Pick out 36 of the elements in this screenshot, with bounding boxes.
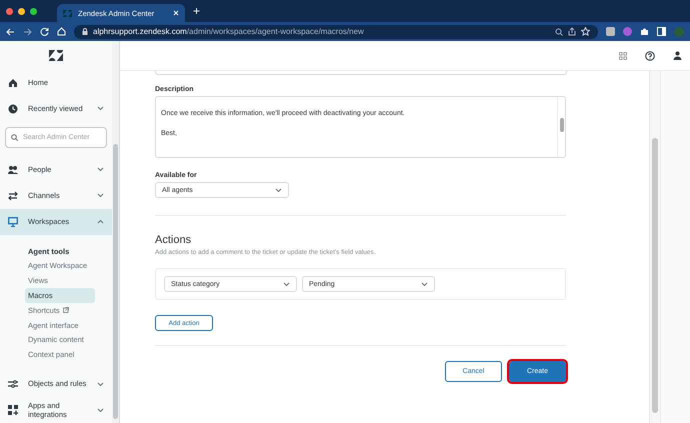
star-icon[interactable] <box>581 27 590 36</box>
sliders-icon <box>8 379 18 390</box>
reload-icon[interactable] <box>40 27 49 36</box>
search-icon <box>11 134 18 141</box>
zoom-icon[interactable] <box>555 28 563 36</box>
apps-grid-icon[interactable] <box>619 52 627 60</box>
arrows-icon <box>8 190 18 201</box>
grid-plus-icon <box>8 405 18 416</box>
scrollbar[interactable] <box>112 41 119 423</box>
zendesk-logo-icon <box>63 10 72 16</box>
help-icon[interactable] <box>645 50 655 60</box>
home-icon[interactable] <box>57 27 66 36</box>
zendesk-logo-icon[interactable] <box>49 50 63 61</box>
share-icon[interactable] <box>568 27 576 36</box>
section-heading: Actions <box>155 234 192 246</box>
lock-icon <box>82 28 88 35</box>
monitor-icon <box>8 216 18 227</box>
address-bar[interactable]: alphrsupport.zendesk.com/admin/workspaces/agent-workspace/macros/new <box>74 24 598 38</box>
scrollbar[interactable] <box>649 71 660 423</box>
sidebar-icon[interactable] <box>657 27 666 36</box>
clock-icon <box>8 104 18 114</box>
close-icon[interactable] <box>173 10 179 16</box>
new-tab-button[interactable]: + <box>193 4 200 18</box>
close-window-control[interactable] <box>6 8 13 14</box>
chevron-icon <box>283 282 290 286</box>
maximize-window-control[interactable] <box>30 8 37 14</box>
minimize-window-control[interactable] <box>18 8 25 14</box>
url-text: alphrsupport.zendesk.com/admin/workspaces/agent-workspace/macros/new <box>93 27 364 36</box>
people-icon <box>8 164 18 175</box>
external-link-icon <box>62 307 69 314</box>
home-icon <box>8 78 18 88</box>
user-icon[interactable] <box>673 51 682 60</box>
back-arrow-icon[interactable] <box>6 28 15 36</box>
forward-arrow-icon[interactable] <box>23 28 32 36</box>
chevron-icon <box>275 188 282 192</box>
chevron-icon <box>421 282 428 286</box>
